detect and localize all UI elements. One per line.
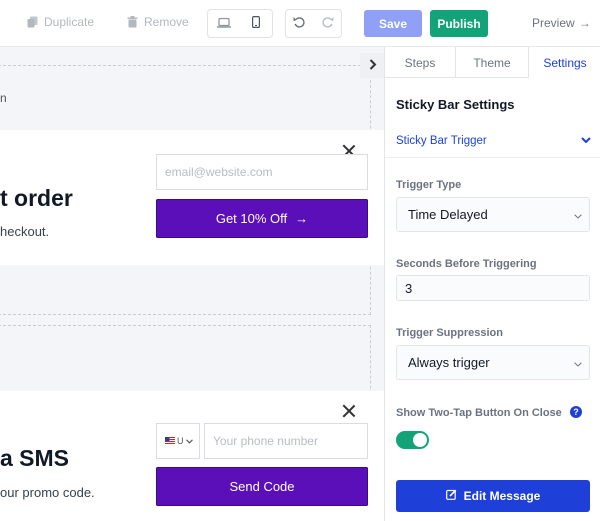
email-sticky-bar-card[interactable]: t order heckout. email@website.com Get 1…: [0, 130, 384, 265]
publish-button[interactable]: Publish: [430, 10, 488, 37]
desktop-view-button[interactable]: [208, 10, 240, 37]
tab-theme[interactable]: Theme: [456, 47, 529, 78]
remove-label: Remove: [144, 15, 189, 29]
editor-canvas[interactable]: n t order heckout. email@website.com Get…: [0, 47, 384, 521]
laptop-icon: [217, 15, 231, 33]
get-discount-button[interactable]: Get 10% Off →: [156, 199, 368, 238]
edit-message-button[interactable]: Edit Message: [396, 480, 590, 512]
arrow-right-icon: →: [295, 211, 309, 226]
seconds-label: Seconds Before Triggering: [396, 258, 537, 270]
close-icon[interactable]: [342, 404, 356, 418]
mobile-icon: [252, 15, 261, 33]
sticky-bar-trigger-header[interactable]: Sticky Bar Trigger: [396, 135, 591, 147]
trigger-type-select[interactable]: Time Delayed: [396, 197, 590, 232]
undo-button[interactable]: [286, 10, 314, 37]
trigger-suppression-label: Trigger Suppression: [396, 327, 503, 339]
get-discount-label: Get 10% Off: [215, 211, 288, 226]
arrow-right-icon: →: [578, 16, 591, 30]
undo-icon: [293, 15, 306, 33]
redo-icon: [321, 15, 334, 33]
sms-card-subline: our promo code.: [0, 485, 95, 500]
two-tap-toggle[interactable]: [396, 431, 429, 449]
trash-icon: [127, 16, 138, 28]
section-divider: [385, 157, 600, 158]
preview-link[interactable]: Preview →: [532, 16, 591, 30]
section-header-label: Sticky Bar Trigger: [396, 135, 487, 147]
us-flag-icon: [165, 436, 175, 446]
help-icon[interactable]: ?: [570, 406, 582, 418]
truncated-label: n: [0, 91, 7, 105]
edit-message-label: Edit Message: [463, 489, 541, 503]
redo-button[interactable]: [314, 10, 342, 37]
country-code-label: U: [177, 436, 184, 446]
sms-card-headline: a SMS: [0, 445, 70, 471]
duplicate-button[interactable]: Duplicate: [27, 15, 94, 29]
save-button[interactable]: Save: [364, 10, 422, 37]
duplicate-icon: [27, 16, 38, 28]
email-input[interactable]: email@website.com: [156, 154, 368, 190]
settings-panel: Steps Theme Settings Sticky Bar Settings…: [384, 47, 600, 521]
phone-input[interactable]: Your phone number: [204, 423, 368, 459]
panel-title: Sticky Bar Settings: [396, 97, 515, 112]
panel-tabs: Steps Theme Settings: [385, 47, 600, 78]
mobile-view-button[interactable]: [240, 10, 272, 37]
top-toolbar: Duplicate Remove Save Publish Preview →: [0, 0, 600, 47]
duplicate-label: Duplicate: [44, 15, 95, 29]
chevron-down-icon: [574, 355, 582, 370]
email-card-headline: t order: [0, 185, 73, 211]
tab-settings[interactable]: Settings: [529, 47, 600, 78]
trigger-type-label: Trigger Type: [396, 179, 462, 191]
chevron-down-icon: [185, 436, 193, 446]
chevron-right-icon: [369, 57, 377, 75]
device-switcher: [207, 9, 273, 38]
trigger-suppression-select[interactable]: Always trigger: [396, 345, 590, 380]
preview-label: Preview: [532, 16, 575, 30]
two-tap-label: Show Two-Tap Button On Close: [396, 407, 562, 419]
trigger-suppression-value: Always trigger: [408, 355, 490, 370]
remove-button[interactable]: Remove: [127, 15, 189, 29]
collapse-panel-button[interactable]: [360, 53, 385, 78]
seconds-input[interactable]: 3: [396, 275, 590, 301]
trigger-type-value: Time Delayed: [408, 207, 488, 222]
tab-steps[interactable]: Steps: [385, 47, 456, 78]
chevron-down-icon: [581, 135, 591, 147]
country-code-select[interactable]: U: [156, 423, 200, 459]
chevron-down-icon: [574, 207, 582, 222]
email-card-subline: heckout.: [0, 224, 50, 239]
sms-sticky-bar-card[interactable]: a SMS our promo code. U Your phone numbe…: [0, 391, 384, 521]
send-code-button[interactable]: Send Code: [156, 467, 368, 506]
edit-icon: [445, 489, 457, 503]
history-controls: [285, 9, 342, 38]
